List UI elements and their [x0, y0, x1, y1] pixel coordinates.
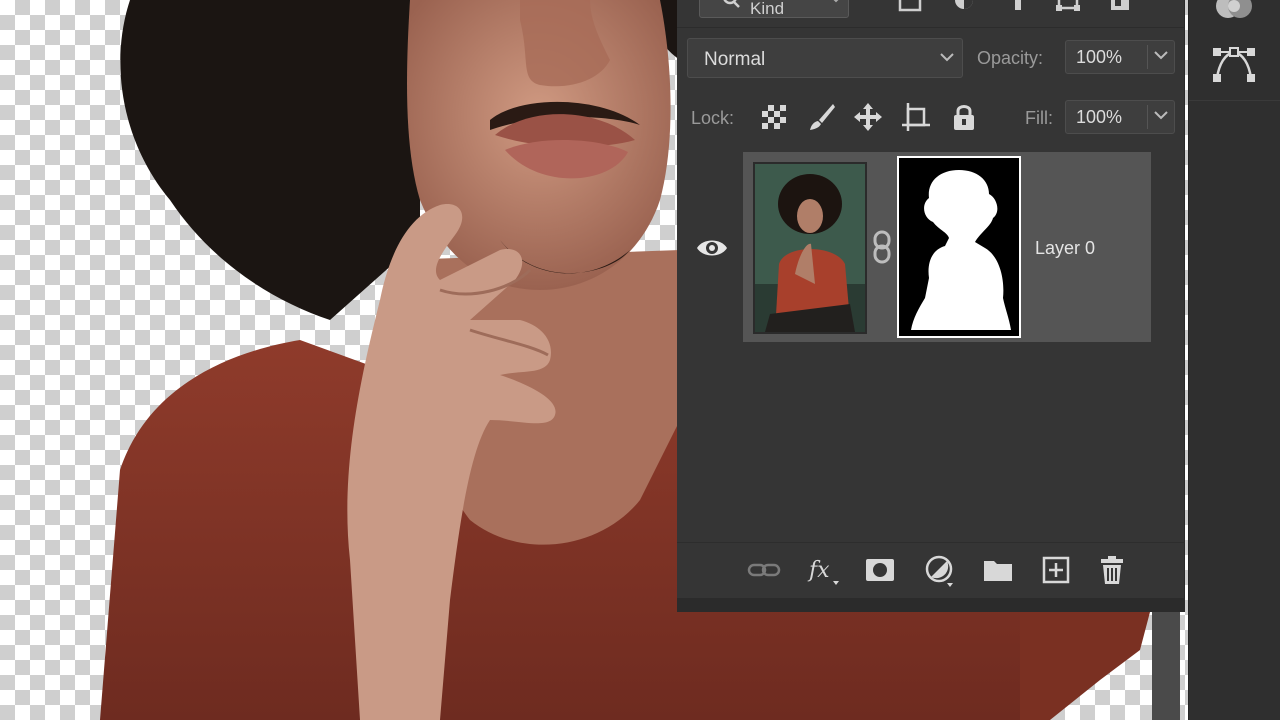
chevron-down-icon[interactable] — [1154, 51, 1168, 60]
chevron-down-icon — [833, 0, 839, 3]
field-divider — [1147, 105, 1148, 129]
adjustment-filter-icon[interactable] — [951, 0, 977, 16]
field-divider — [1147, 45, 1148, 69]
adjustment-layer-icon[interactable] — [923, 553, 957, 587]
layer-row-layer-0[interactable]: Layer 0 — [743, 152, 1151, 342]
opacity-field[interactable]: 100% — [1065, 40, 1175, 74]
blend-mode-value: Normal — [704, 49, 766, 70]
group-folder-icon[interactable] — [981, 553, 1015, 587]
paths-icon[interactable] — [1211, 44, 1257, 84]
mask-link-icon[interactable] — [871, 230, 893, 264]
lock-all-icon[interactable] — [949, 102, 979, 132]
search-icon — [723, 0, 740, 8]
lock-label: Lock: — [691, 108, 735, 128]
svg-text:fx: fx — [807, 558, 830, 583]
eye-visibility-icon[interactable] — [695, 236, 729, 260]
type-filter-icon[interactable] — [1005, 0, 1031, 16]
fill-label: Fill: — [1025, 108, 1053, 128]
channels-icon[interactable] — [1211, 0, 1257, 26]
fx-icon[interactable]: fx — [807, 553, 841, 587]
fill-field[interactable]: 100% — [1065, 100, 1175, 134]
layer-name[interactable]: Layer 0 — [1035, 238, 1095, 259]
layers-panel-footer: fx — [677, 542, 1185, 598]
filter-kind-select[interactable]: Kind — [699, 0, 849, 18]
smart-object-filter-icon[interactable] — [1107, 0, 1133, 16]
opacity-value: 100% — [1076, 47, 1123, 67]
add-mask-icon[interactable] — [863, 553, 897, 587]
chevron-down-icon[interactable] — [1154, 111, 1168, 120]
canvas-scrollbar[interactable] — [1152, 612, 1180, 720]
panel-dock-strip — [1188, 0, 1280, 720]
blend-opacity-row: Normal Opacity: 100% — [677, 36, 1185, 82]
layer-thumbnail-image — [755, 164, 865, 332]
layer-thumbnail[interactable] — [753, 162, 867, 334]
strip-separator — [1189, 100, 1280, 101]
lock-image-pixels-icon[interactable] — [807, 102, 837, 132]
fill-value: 100% — [1076, 107, 1123, 127]
pixel-filter-icon[interactable] — [897, 0, 923, 16]
layers-panel: Kind Normal Opacity: 100% Lock: Fill: 10… — [677, 0, 1185, 610]
link-layers-icon[interactable] — [747, 553, 781, 587]
shape-filter-icon[interactable] — [1055, 0, 1081, 16]
lock-fill-row: Lock: Fill: 100% — [677, 96, 1185, 142]
lock-transparent-pixels-icon[interactable] — [759, 102, 789, 132]
layer-filter-row: Kind — [677, 0, 1185, 28]
lock-artboard-icon[interactable] — [901, 102, 931, 132]
trash-icon[interactable] — [1095, 553, 1129, 587]
lock-position-icon[interactable] — [853, 102, 883, 132]
chevron-down-icon — [940, 53, 954, 62]
new-layer-icon[interactable] — [1039, 553, 1073, 587]
blend-mode-select[interactable]: Normal — [687, 38, 963, 78]
opacity-label: Opacity: — [977, 48, 1044, 68]
panel-bottom-edge — [677, 598, 1185, 612]
layer-mask-image — [899, 158, 1019, 336]
layer-mask-thumbnail[interactable] — [897, 156, 1021, 338]
filter-kind-label: Kind — [750, 0, 785, 18]
